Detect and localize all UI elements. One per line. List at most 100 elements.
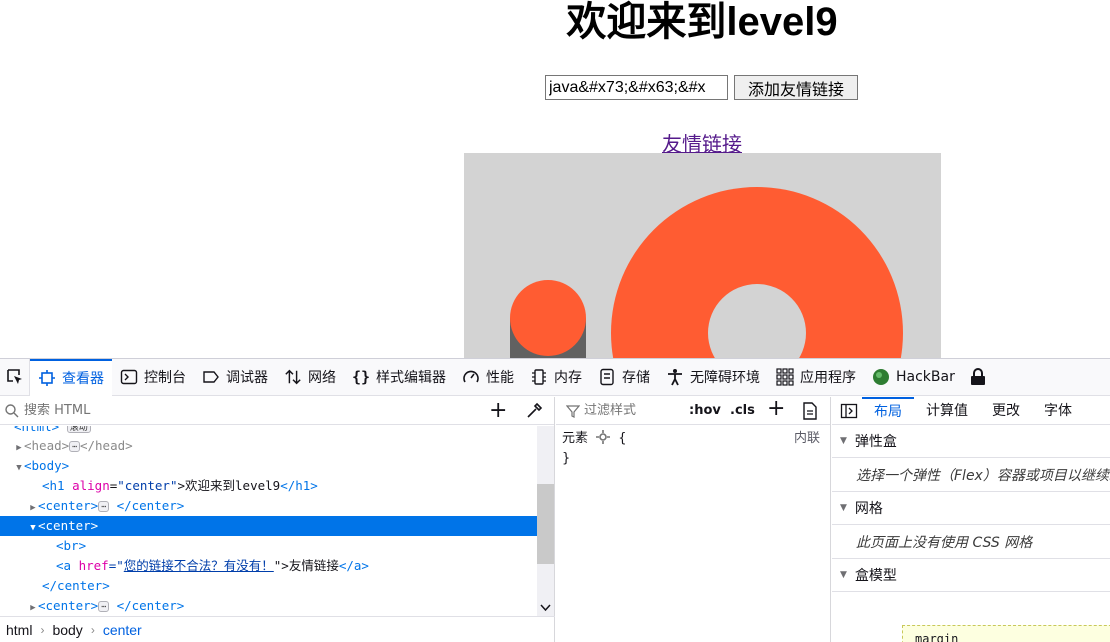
open-brace: {	[618, 431, 627, 446]
ellipsis-badge[interactable]: ⋯	[98, 601, 110, 612]
scroll-down-icon[interactable]	[537, 602, 554, 614]
tree-node-center[interactable]: ▶ <center> ⋯ </center>	[0, 496, 537, 516]
page-content: 欢迎来到level9 添加友情链接 友情链接	[0, 0, 1110, 358]
tab-debugger[interactable]: 调试器	[194, 359, 276, 396]
breadcrumb-body[interactable]: body	[52, 622, 82, 638]
tree-node-center[interactable]: ▶ <center> ⋯ </center>	[0, 596, 537, 616]
toggle-sidebar-icon[interactable]	[840, 403, 858, 419]
cls-toggle[interactable]: .cls	[730, 403, 755, 418]
href-value-link[interactable]: 您的链接不合法？有没有！	[124, 558, 274, 573]
tab-network-label: 网络	[308, 370, 336, 386]
lock-icon	[969, 368, 987, 386]
inline-source-label: 内联	[793, 431, 820, 446]
level-illustration	[464, 153, 941, 358]
overflow-menu-button[interactable]	[963, 359, 1001, 396]
rules-pane: :hov .cls + 元素 { 内联 }	[556, 397, 831, 642]
devtools-toolbar: 查看器 控制台 调试器 网络 {} 样式编辑器 性能 内存 存储 无障碍环境 应…	[0, 358, 1110, 396]
tab-style-editor-label: 样式编辑器	[376, 370, 446, 386]
markup-search-input[interactable]	[24, 403, 464, 418]
expand-arrow-icon[interactable]: ▶	[28, 598, 38, 616]
tab-performance-label: 性能	[486, 370, 514, 386]
grid-section-header[interactable]: ▼ 网格	[832, 492, 1110, 525]
add-node-button[interactable]: +	[489, 400, 507, 422]
hov-toggle[interactable]: :hov	[689, 403, 721, 418]
collapse-arrow-icon[interactable]: ▼	[14, 458, 24, 478]
style-editor-icon: {}	[351, 368, 371, 386]
breadcrumb-html[interactable]: html	[6, 622, 32, 638]
page-heading: 欢迎来到level9	[566, 0, 838, 44]
ellipsis-badge[interactable]: ⋯	[98, 501, 110, 512]
tab-storage-label: 存储	[622, 370, 650, 386]
add-rule-button[interactable]: +	[767, 398, 785, 420]
storage-icon	[598, 368, 616, 386]
tab-console[interactable]: 控制台	[112, 359, 194, 396]
tree-node-body[interactable]: ▼ <body>	[0, 456, 537, 476]
collapse-arrow-icon: ▼	[840, 503, 847, 513]
markup-scrollbar[interactable]	[537, 426, 554, 616]
tab-console-label: 控制台	[144, 370, 186, 386]
tree-node-br[interactable]: <br>	[0, 536, 537, 556]
eyedropper-icon[interactable]	[525, 402, 543, 420]
breadcrumb: html › body › center	[0, 616, 555, 642]
boxmodel-section-header[interactable]: ▼ 盒模型	[832, 559, 1110, 592]
inspector-icon	[38, 369, 56, 387]
close-brace: }	[562, 451, 571, 466]
add-link-button[interactable]: 添加友情链接	[734, 75, 858, 100]
tab-style-editor[interactable]: {} 样式编辑器	[344, 359, 454, 396]
chevron-right-icon: ›	[90, 623, 95, 637]
memory-icon	[530, 368, 548, 386]
element-rule-label: 元素	[562, 431, 589, 446]
tab-storage[interactable]: 存储	[590, 359, 658, 396]
tab-changes[interactable]: 更改	[980, 397, 1032, 425]
tree-node-h1[interactable]: <h1 align="center">欢迎来到level9</h1>	[0, 476, 537, 496]
tab-inspector[interactable]: 查看器	[30, 358, 112, 396]
scrollbar-thumb[interactable]	[537, 484, 554, 564]
tree-node-center-close[interactable]: </center>	[0, 576, 537, 596]
tab-memory[interactable]: 内存	[522, 359, 590, 396]
accessibility-icon	[666, 368, 684, 386]
collapse-arrow-icon[interactable]: ▼	[28, 518, 38, 538]
link-input[interactable]	[545, 75, 728, 100]
filter-icon	[566, 404, 580, 418]
markup-search-bar: +	[0, 397, 554, 425]
box-model-margin: margin	[902, 625, 1110, 642]
tree-node-head[interactable]: ▶ <head> ⋯ </head>	[0, 436, 537, 456]
debugger-icon	[202, 368, 220, 386]
markup-pane: + <html> 滚动 ▶<head>⋯</head> ▼<body> <h1 …	[0, 397, 555, 642]
tab-network[interactable]: 网络	[276, 359, 344, 396]
expand-arrow-icon[interactable]: ▶	[28, 498, 38, 518]
chevron-right-icon: ›	[40, 623, 45, 637]
collapse-arrow-icon: ▼	[840, 570, 847, 580]
sidebar-tabs: 布局 计算值 更改 字体	[832, 397, 1110, 425]
print-media-icon[interactable]	[802, 402, 818, 420]
network-icon	[284, 368, 302, 386]
margin-label: margin	[915, 632, 959, 642]
tab-fonts[interactable]: 字体	[1032, 397, 1084, 425]
element-picker-button[interactable]	[0, 358, 30, 396]
grid-hint: 此页面上没有使用 CSS 网格	[832, 525, 1110, 559]
hackbar-icon	[872, 368, 890, 386]
tree-node-a[interactable]: <a href="您的链接不合法？有没有！">友情链接</a>	[0, 556, 537, 576]
tab-performance[interactable]: 性能	[454, 359, 522, 396]
tab-accessibility[interactable]: 无障碍环境	[658, 359, 768, 396]
tab-inspector-label: 查看器	[62, 371, 104, 387]
element-rule: 元素 { 内联	[562, 429, 824, 449]
flexbox-section-header[interactable]: ▼ 弹性盒	[832, 425, 1110, 458]
tab-layout[interactable]: 布局	[862, 397, 914, 425]
layout-pane: 布局 计算值 更改 字体 ▼ 弹性盒 选择一个弹性（Flex）容器或项目以继续。 …	[832, 397, 1110, 642]
breadcrumb-center[interactable]: center	[103, 622, 142, 638]
tab-application[interactable]: 应用程序	[768, 359, 864, 396]
tab-computed[interactable]: 计算值	[914, 397, 980, 425]
tree-node-center-selected[interactable]: ▼ <center>	[0, 516, 537, 536]
rules-toolbar: :hov .cls +	[556, 397, 830, 425]
markup-tree: <html> 滚动 ▶ <head> ⋯ </head> ▼ <body> <h1 al…	[0, 426, 537, 616]
ellipsis-badge[interactable]: ⋯	[69, 441, 80, 452]
tab-accessibility-label: 无障碍环境	[690, 370, 760, 386]
filter-styles-input[interactable]	[584, 403, 684, 418]
gear-icon[interactable]	[596, 430, 611, 444]
tab-hackbar-label: HackBar	[896, 369, 955, 385]
tab-memory-label: 内存	[554, 370, 582, 386]
tab-hackbar[interactable]: HackBar	[864, 359, 963, 396]
expand-arrow-icon[interactable]: ▶	[14, 438, 24, 458]
scroll-badge: 滚动	[66, 426, 91, 433]
